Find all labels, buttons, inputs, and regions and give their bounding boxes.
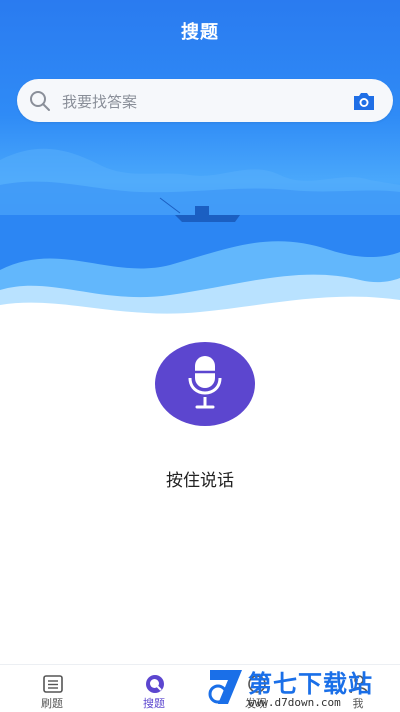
tab-search[interactable]: 搜题	[104, 665, 204, 712]
camera-icon[interactable]	[352, 91, 376, 111]
search-bar[interactable]: 我要找答案	[17, 79, 393, 122]
watermark-logo-icon	[208, 670, 242, 704]
page-title: 搜题	[181, 22, 219, 43]
microphone-icon	[188, 356, 222, 409]
tab-label: 搜题	[143, 697, 165, 710]
watermark-brand: 第七下载站	[248, 670, 373, 698]
watermark-url: www.d7down.com	[248, 696, 341, 709]
search-input[interactable]: 我要找答案	[62, 91, 137, 112]
site-watermark: 第七下载站 www.d7down.com	[200, 662, 400, 711]
search-tab-icon	[146, 675, 164, 693]
voice-hint: 按住说话	[166, 471, 234, 491]
tab-practice[interactable]: 刷题	[2, 665, 102, 712]
tab-label: 刷题	[41, 697, 63, 710]
hero-banner: 搜题 我要找答案	[0, 0, 400, 330]
voice-search-button[interactable]	[155, 342, 255, 426]
sea-scenery	[0, 148, 400, 330]
search-icon	[30, 91, 50, 111]
list-icon	[43, 675, 63, 693]
